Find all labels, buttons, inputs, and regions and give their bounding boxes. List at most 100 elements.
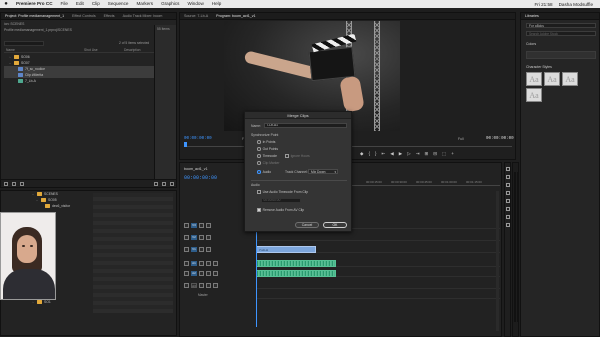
solo-icon[interactable] <box>206 282 211 288</box>
track-body[interactable] <box>256 291 500 299</box>
list-item[interactable]: dec6_visitor <box>31 203 70 209</box>
menu-file[interactable]: File <box>57 0 72 8</box>
mark-in-icon[interactable]: { <box>368 151 370 157</box>
new-bin-icon[interactable] <box>154 181 158 186</box>
menu-graphics[interactable]: Graphics <box>157 0 183 8</box>
library-select[interactable]: For aBcks <box>526 23 596 28</box>
track-body[interactable] <box>256 233 500 241</box>
remove-audio-checkbox[interactable]: Remove Audio From AV Clip <box>257 208 304 212</box>
lock-icon[interactable] <box>4 181 8 186</box>
audio-clip[interactable] <box>256 260 336 267</box>
lock-icon[interactable] <box>184 260 189 266</box>
radio-circle[interactable] <box>257 161 261 165</box>
menu-sequence[interactable]: Sequence <box>104 0 133 8</box>
sync-lock-icon[interactable] <box>199 246 204 252</box>
mic-icon[interactable] <box>213 270 218 276</box>
mute-icon[interactable] <box>199 260 204 266</box>
track-label[interactable]: A2 <box>191 270 197 276</box>
eye-icon[interactable] <box>206 222 211 228</box>
tab-program[interactable]: Program: boom_act1_v1 <box>212 13 259 20</box>
add-marker-icon[interactable]: ◆ <box>360 151 363 157</box>
track-body[interactable] <box>256 269 500 277</box>
go-to-out-icon[interactable]: ⇥ <box>416 151 420 157</box>
lock-icon[interactable] <box>184 282 189 288</box>
checkbox-box[interactable] <box>285 154 289 158</box>
sync-lock-icon[interactable] <box>199 222 204 228</box>
chevron-right-icon[interactable]: › <box>8 55 12 59</box>
audio-clip[interactable] <box>256 270 336 277</box>
button-editor-icon[interactable]: + <box>451 151 454 157</box>
lock-icon[interactable] <box>184 234 189 240</box>
character-styles-label[interactable]: Character Styles <box>526 65 552 69</box>
new-item-icon[interactable] <box>162 181 166 186</box>
track-body[interactable] <box>256 281 500 289</box>
use-audio-timecode-checkbox[interactable]: Use Audio Timecode From Clip <box>257 190 308 194</box>
library-search-input[interactable]: Search Adobe Stock <box>526 31 596 36</box>
playhead-handle[interactable] <box>184 142 187 147</box>
radio-circle[interactable] <box>257 154 261 158</box>
mute-icon[interactable] <box>199 282 204 288</box>
ok-button[interactable]: OK <box>323 222 347 228</box>
tab-effect-controls[interactable]: Effect Controls <box>68 13 100 20</box>
mic-icon[interactable] <box>213 282 218 288</box>
chevron-down-icon[interactable]: ⌄ <box>31 192 35 196</box>
menu-clip[interactable]: Clip <box>88 0 104 8</box>
radio-audio[interactable]: Audio <box>257 170 271 174</box>
cancel-button[interactable]: Cancel <box>295 222 319 228</box>
lift-icon[interactable]: ⊞ <box>424 151 428 157</box>
tab-libraries[interactable]: Libraries <box>521 13 543 20</box>
extract-icon[interactable]: ⊟ <box>433 151 437 157</box>
radio-circle[interactable] <box>257 147 261 151</box>
mark-out-icon[interactable]: } <box>375 151 377 157</box>
track-label[interactable]: V2 <box>191 234 197 240</box>
timeline-timecode[interactable]: 00:00:00:00 <box>184 175 217 181</box>
track-label[interactable]: A3 <box>191 282 197 288</box>
radio-clip-marker[interactable]: Clip Marker <box>257 161 279 165</box>
radio-circle[interactable] <box>257 140 261 144</box>
pen-tool-icon[interactable] <box>505 207 510 211</box>
color-swatches[interactable] <box>526 51 596 59</box>
slip-tool-icon[interactable] <box>505 199 510 203</box>
menu-window[interactable]: Window <box>183 0 207 8</box>
lock-icon[interactable] <box>184 246 189 252</box>
name-field[interactable]: 7-Lb-A1 <box>264 123 347 128</box>
tab-project[interactable]: Project: Profile mediamanagement_1 <box>1 13 68 20</box>
menu-app[interactable]: Premiere Pro CC <box>12 0 57 8</box>
tab-audio-mixer[interactable]: Audio Track Mixer: boom <box>119 13 167 20</box>
step-back-icon[interactable]: ◀ <box>390 151 393 157</box>
character-style-tile[interactable]: Aa <box>544 72 560 86</box>
character-style-tile[interactable]: Aa <box>526 88 542 102</box>
export-frame-icon[interactable]: ⬚ <box>442 151 446 157</box>
selection-tool-icon[interactable] <box>505 167 510 171</box>
track-label[interactable]: A1 <box>191 260 197 266</box>
ignore-hours-checkbox[interactable]: Ignore Hours <box>285 154 310 158</box>
col-name[interactable]: Name <box>4 48 82 52</box>
menu-edit[interactable]: Edit <box>72 0 88 8</box>
play-icon[interactable]: ▶ <box>399 151 402 157</box>
type-tool-icon[interactable] <box>505 223 510 227</box>
radio-circle[interactable] <box>257 170 261 174</box>
radio-out-points[interactable]: Out Points <box>257 147 278 151</box>
step-forward-icon[interactable]: ▷ <box>407 151 410 157</box>
trash-icon[interactable] <box>170 181 174 186</box>
menu-help[interactable]: Help <box>208 0 225 8</box>
chevron-down-icon[interactable]: ⌄ <box>35 198 39 202</box>
project-search-input[interactable] <box>4 41 44 46</box>
timeline-scrollbar[interactable] <box>496 191 499 331</box>
lock-icon[interactable] <box>184 222 189 228</box>
checkbox-box[interactable] <box>257 190 261 194</box>
sequence-tab[interactable]: boom_act1_v1 <box>184 167 208 171</box>
radio-timecode[interactable]: Timecode <box>257 154 277 158</box>
solo-icon[interactable] <box>206 270 211 276</box>
resolution-select[interactable]: Full <box>458 137 464 141</box>
track-label[interactable]: Master <box>184 293 208 297</box>
col-shot-use[interactable]: Shot Use <box>82 48 122 52</box>
audio-timecode-field[interactable]: 00:00:00:00 <box>261 198 301 203</box>
icon-view-icon[interactable] <box>20 181 24 186</box>
mic-icon[interactable] <box>213 260 218 266</box>
playhead-timecode[interactable]: 00:00:00:00 <box>184 137 212 141</box>
chevron-right-icon[interactable]: › <box>31 300 35 304</box>
track-label[interactable]: V3 <box>191 222 197 228</box>
list-item[interactable]: 7_Lb-A <box>4 78 154 84</box>
radio-in-points[interactable]: In Points <box>257 140 275 144</box>
